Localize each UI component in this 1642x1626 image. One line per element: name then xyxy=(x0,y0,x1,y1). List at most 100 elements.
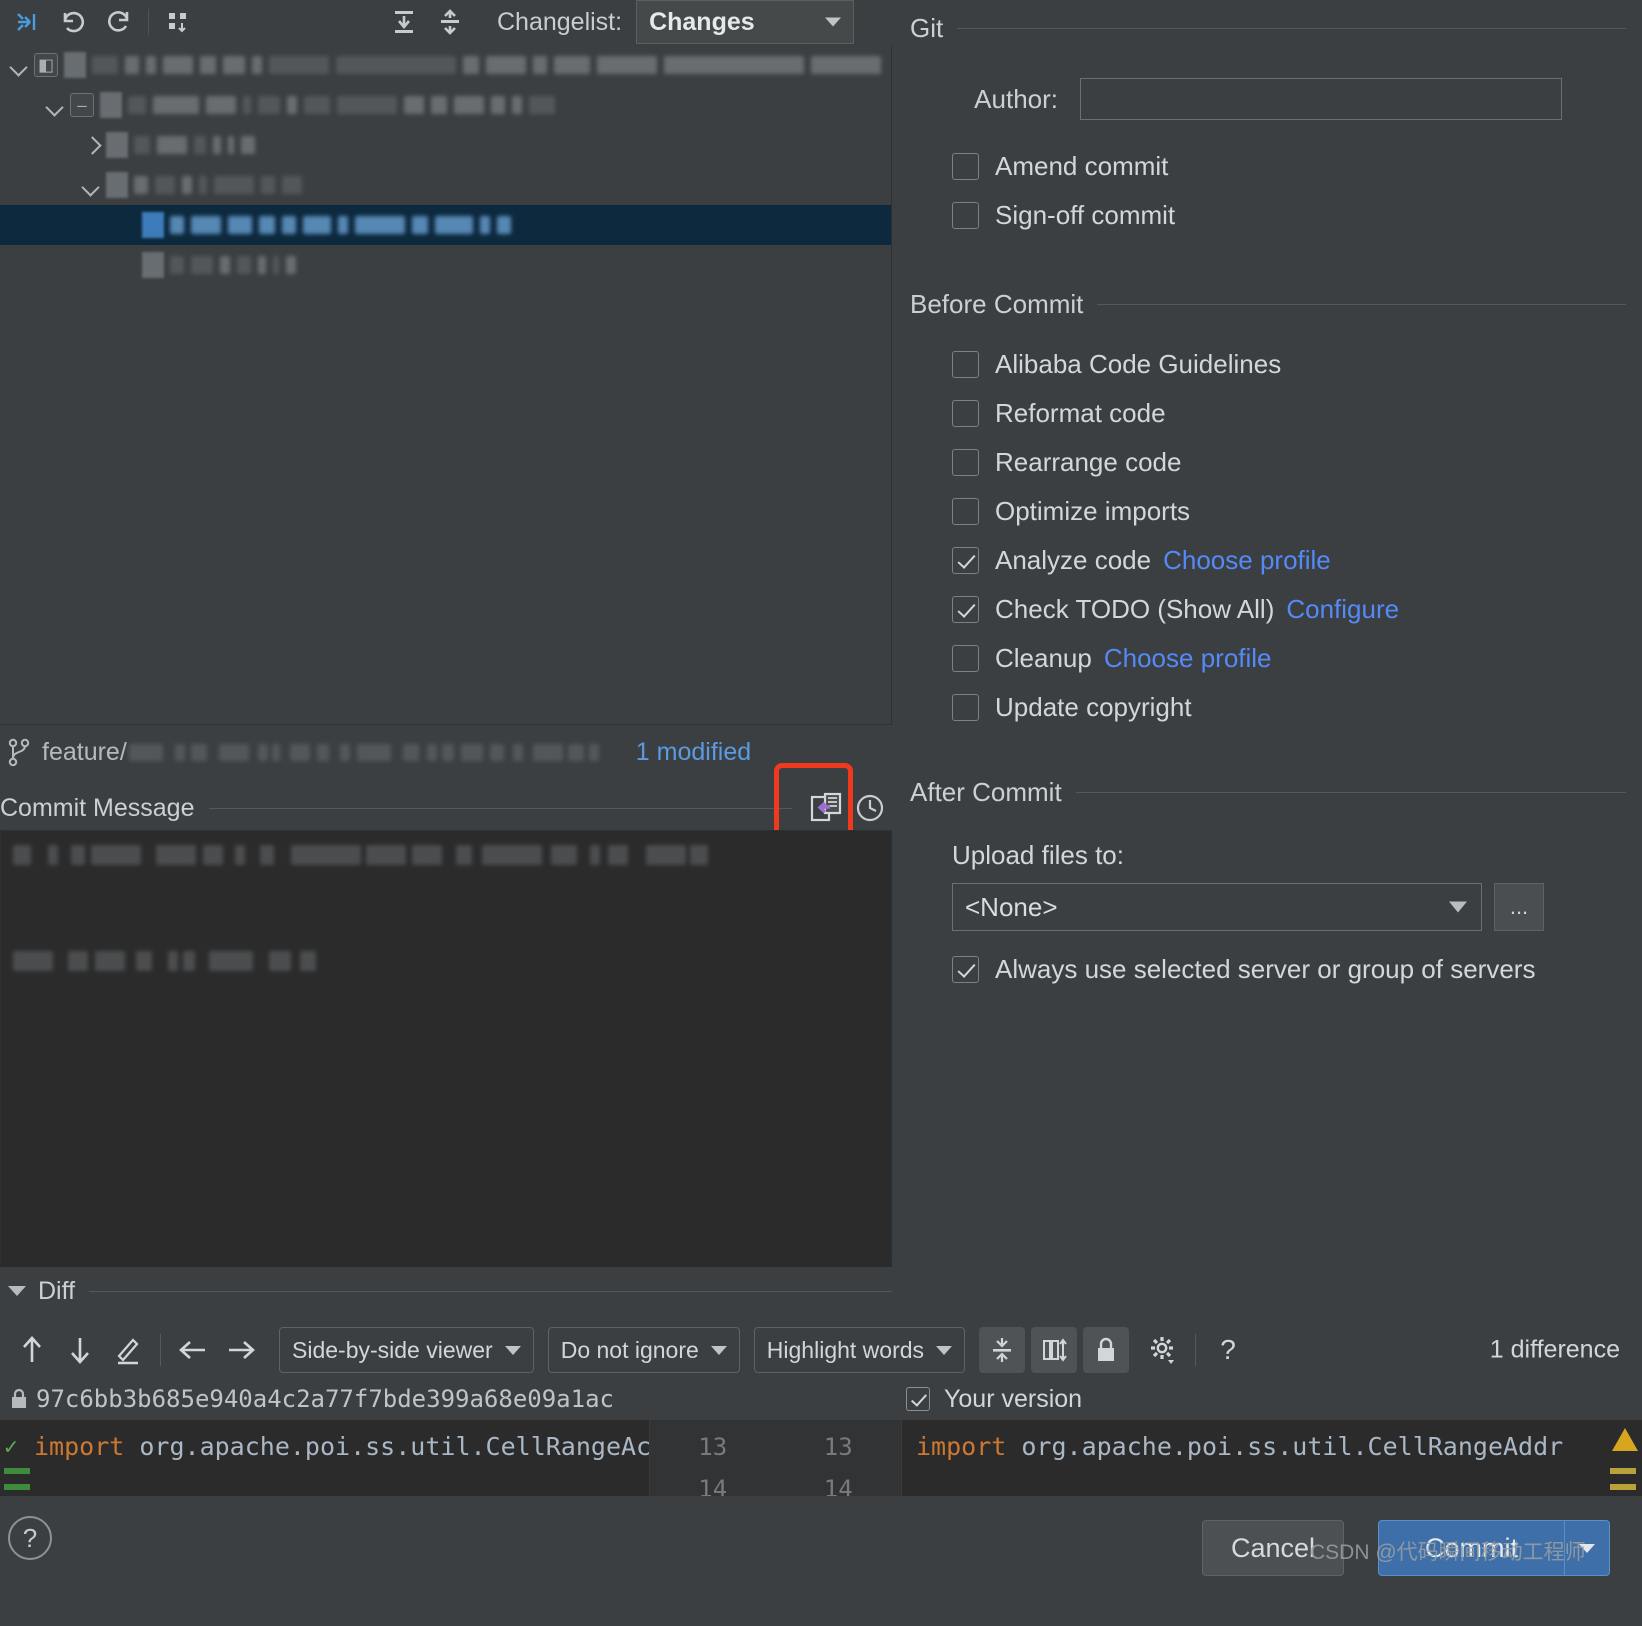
before-commit-row-4[interactable]: Analyze codeChoose profile xyxy=(892,536,1642,585)
expand-all-icon[interactable] xyxy=(381,2,427,42)
gear-icon[interactable] xyxy=(1139,1327,1187,1373)
checkbox-label: Check TODO (Show All) xyxy=(995,594,1274,625)
before-commit-title: Before Commit xyxy=(910,289,1083,320)
before-commit-row-3[interactable]: Optimize imports xyxy=(892,487,1642,536)
before-commit-row-0[interactable]: Alibaba Code Guidelines xyxy=(892,340,1642,389)
upload-server-select[interactable]: <None> xyxy=(952,883,1482,931)
highlight-policy-select[interactable]: Highlight words xyxy=(754,1327,965,1373)
author-input[interactable] xyxy=(1080,78,1562,120)
tree-row[interactable] xyxy=(0,245,891,285)
help-button[interactable]: ? xyxy=(8,1516,52,1560)
git-branch-icon xyxy=(6,737,32,767)
next-difference-icon[interactable] xyxy=(56,1327,104,1373)
checkbox-indicator[interactable] xyxy=(952,956,979,983)
checkbox-indicator[interactable] xyxy=(952,400,979,427)
redacted-text xyxy=(533,744,563,761)
tree-checkbox[interactable]: ◧ xyxy=(34,53,58,77)
diff-pane-left[interactable]: ✓ import org.apache.poi.ss.util.CellRang… xyxy=(0,1420,650,1496)
redacted-text xyxy=(303,216,331,234)
accept-right-icon[interactable] xyxy=(217,1327,265,1373)
profile-link[interactable]: Configure xyxy=(1286,594,1399,625)
modified-count-link[interactable]: 1 modified xyxy=(636,738,751,767)
changelist-select[interactable]: Changes xyxy=(636,0,854,44)
chevron-right-icon[interactable] xyxy=(80,134,102,156)
redacted-text xyxy=(480,216,490,234)
redacted-text xyxy=(170,216,184,234)
chevron-down-icon[interactable] xyxy=(8,54,30,76)
diff-pane-right[interactable]: import org.apache.poi.ss.util.CellRangeA… xyxy=(902,1420,1642,1496)
git-checkbox-row-1[interactable]: Sign-off commit xyxy=(892,191,1642,240)
refresh-icon[interactable] xyxy=(96,2,142,42)
profile-link[interactable]: Choose profile xyxy=(1163,545,1331,576)
always-use-server-checkbox-row[interactable]: Always use selected server or group of s… xyxy=(892,945,1642,994)
edit-source-pencil-icon[interactable] xyxy=(104,1327,152,1373)
diff-viewer[interactable]: ✓ import org.apache.poi.ss.util.CellRang… xyxy=(0,1420,1642,1496)
checkbox-indicator[interactable] xyxy=(952,202,979,229)
commit-options-dropdown[interactable] xyxy=(1565,1544,1609,1553)
redacted-text xyxy=(223,56,245,74)
insert-commit-message-icon[interactable] xyxy=(804,786,848,830)
tree-row[interactable]: ◧ xyxy=(0,45,891,85)
redacted-text xyxy=(486,56,526,74)
commit-button[interactable]: Commit xyxy=(1378,1520,1610,1576)
line-number: 13 xyxy=(650,1426,776,1468)
changed-files-tree[interactable]: ◧– xyxy=(0,45,892,725)
collapse-all-icon[interactable] xyxy=(427,2,473,42)
before-commit-row-6[interactable]: CleanupChoose profile xyxy=(892,634,1642,683)
commit-message-input[interactable] xyxy=(0,830,892,1265)
chevron-down-icon[interactable] xyxy=(80,174,102,196)
git-checkbox-row-0[interactable]: Amend commit xyxy=(892,142,1642,191)
before-commit-row-2[interactable]: Rearrange code xyxy=(892,438,1642,487)
profile-link[interactable]: Choose profile xyxy=(1104,643,1272,674)
redacted-text xyxy=(272,744,280,761)
author-label: Author: xyxy=(910,84,1058,115)
checkbox-glyph: ◧ xyxy=(38,57,54,74)
branch-name-text: feature/ xyxy=(42,738,127,767)
rollback-icon[interactable] xyxy=(50,2,96,42)
redacted-text xyxy=(290,744,310,761)
redacted-text xyxy=(163,56,193,74)
diff-section-header[interactable]: Diff xyxy=(0,1268,892,1314)
toolbar-divider xyxy=(148,9,149,35)
redacted-text xyxy=(219,744,249,761)
redacted-text xyxy=(412,216,428,234)
checkbox-indicator[interactable] xyxy=(952,694,979,721)
checkbox-indicator[interactable] xyxy=(952,645,979,672)
checkbox-indicator[interactable] xyxy=(952,547,979,574)
tree-row[interactable] xyxy=(0,125,891,165)
previous-difference-icon[interactable] xyxy=(8,1327,56,1373)
checkbox-indicator[interactable] xyxy=(906,1387,930,1411)
tree-checkbox[interactable]: – xyxy=(70,93,94,117)
redacted-text xyxy=(259,216,275,234)
checkbox-indicator[interactable] xyxy=(952,498,979,525)
checkbox-indicator[interactable] xyxy=(952,153,979,180)
accept-left-icon[interactable] xyxy=(169,1327,217,1373)
checkbox-indicator[interactable] xyxy=(952,449,979,476)
checkbox-indicator[interactable] xyxy=(952,596,979,623)
group-by-icon[interactable] xyxy=(155,2,201,42)
change-bar-left-1 xyxy=(4,1468,30,1474)
help-question-icon[interactable]: ? xyxy=(1204,1327,1252,1373)
cancel-button[interactable]: Cancel xyxy=(1202,1520,1344,1576)
your-version-row[interactable]: Your version xyxy=(906,1378,1082,1420)
before-commit-row-5[interactable]: Check TODO (Show All) Configure xyxy=(892,585,1642,634)
viewer-mode-select[interactable]: Side-by-side viewer xyxy=(279,1327,534,1373)
redacted-text xyxy=(551,845,577,865)
diff-section-title: Diff xyxy=(38,1277,75,1306)
tree-row[interactable] xyxy=(0,205,891,245)
synchronize-scroll-icon[interactable] xyxy=(1031,1327,1077,1373)
redacted-text xyxy=(337,96,397,114)
collapse-into-icon[interactable] xyxy=(4,2,50,42)
commit-history-clock-icon[interactable] xyxy=(848,786,892,830)
tree-row[interactable] xyxy=(0,165,891,205)
before-commit-row-7[interactable]: Update copyright xyxy=(892,683,1642,732)
collapse-unchanged-icon[interactable] xyxy=(979,1327,1025,1373)
read-only-lock-icon[interactable] xyxy=(1083,1327,1129,1373)
ignore-policy-select[interactable]: Do not ignore xyxy=(548,1327,740,1373)
chevron-down-icon[interactable] xyxy=(44,94,66,116)
browse-servers-button[interactable]: ... xyxy=(1494,883,1544,931)
checkbox-indicator[interactable] xyxy=(952,351,979,378)
viewer-mode-value: Side-by-side viewer xyxy=(292,1337,493,1364)
before-commit-row-1[interactable]: Reformat code xyxy=(892,389,1642,438)
tree-row[interactable]: – xyxy=(0,85,891,125)
